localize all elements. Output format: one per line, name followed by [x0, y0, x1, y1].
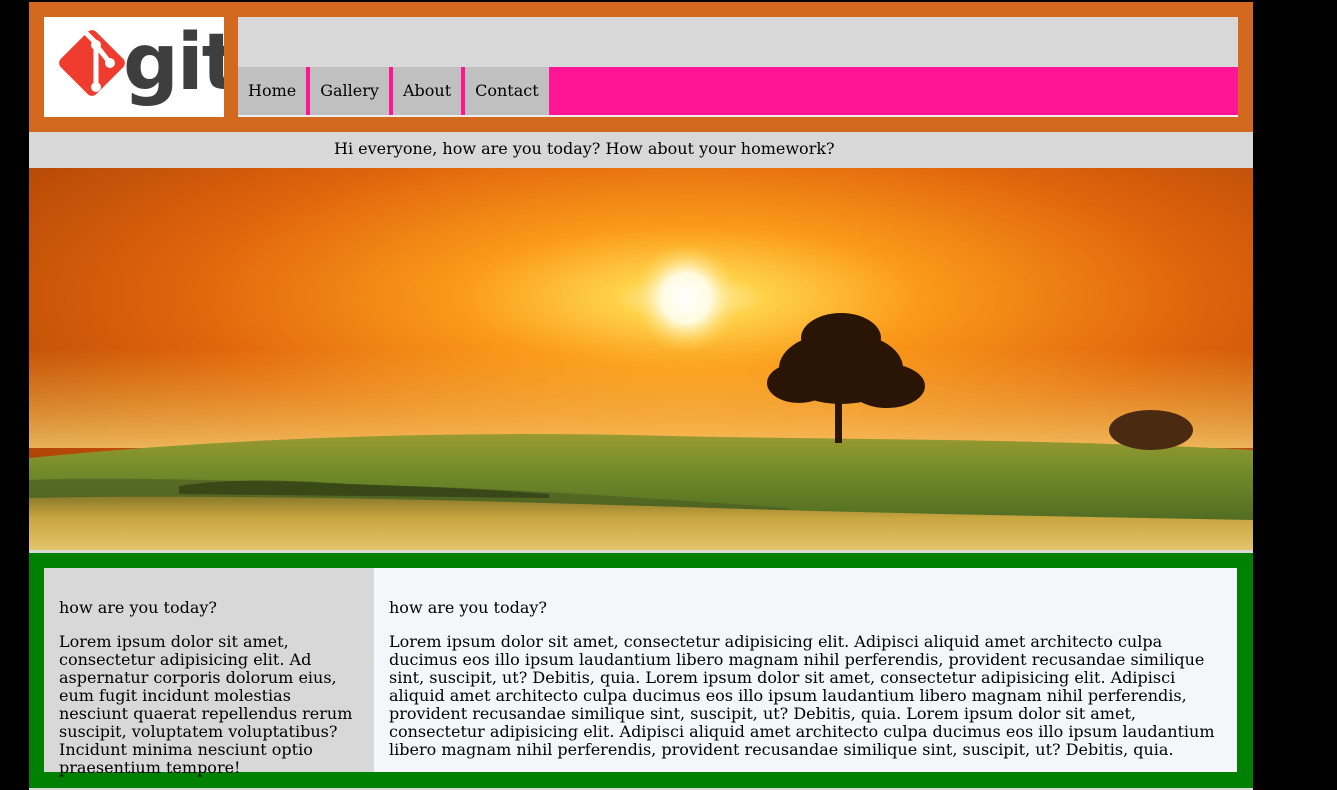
nav-contact[interactable]: Contact — [465, 67, 549, 115]
sunset-landscape-image — [29, 168, 1253, 550]
header-top-bar — [238, 17, 1238, 67]
left-column: how are you today? Lorem ipsum dolor sit… — [44, 568, 374, 777]
content-section: how are you today? Lorem ipsum dolor sit… — [29, 553, 1253, 788]
greeting-text: Hi everyone, how are you today? How abou… — [334, 139, 835, 158]
git-logo-text: git — [123, 18, 224, 108]
nav-gallery[interactable]: Gallery — [310, 67, 389, 115]
page: git Home Gallery About Contact Hi everyo… — [29, 2, 1253, 790]
right-column-title: how are you today? — [389, 598, 547, 617]
nav-about[interactable]: About — [392, 67, 462, 115]
nav-bar: Home Gallery About Contact — [238, 67, 1238, 117]
left-column-title: how are you today? — [59, 598, 217, 617]
nav-home[interactable]: Home — [238, 67, 307, 115]
left-column-body: Lorem ipsum dolor sit amet, consectetur … — [59, 632, 353, 777]
right-column: how are you today? Lorem ipsum dolor sit… — [374, 568, 1237, 772]
header: git Home Gallery About Contact — [29, 2, 1253, 132]
greeting-bar: Hi everyone, how are you today? How abou… — [29, 132, 1253, 168]
git-logo[interactable]: git — [44, 17, 224, 117]
right-column-body: Lorem ipsum dolor sit amet, consectetur … — [389, 632, 1215, 759]
hero-image — [29, 168, 1253, 550]
